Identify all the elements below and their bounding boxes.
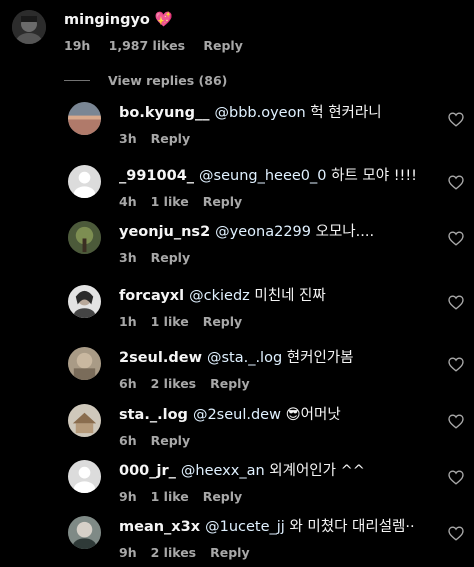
mention[interactable]: @yeona2299 bbox=[215, 224, 311, 240]
username[interactable]: yeonju_ns2 bbox=[119, 224, 210, 240]
heart-outline-icon[interactable] bbox=[448, 231, 464, 246]
divider-line bbox=[64, 79, 90, 81]
reply-button[interactable]: Reply bbox=[210, 545, 249, 560]
reply-button[interactable]: Reply bbox=[210, 376, 249, 391]
avatar[interactable] bbox=[68, 404, 101, 437]
avatar[interactable] bbox=[68, 102, 101, 135]
reply-button[interactable]: Reply bbox=[203, 489, 242, 504]
username[interactable]: mingingyo bbox=[64, 12, 150, 28]
comment-text: _991004_ @seung_heee0_0 하트 모야 !!!! bbox=[119, 167, 434, 185]
mention[interactable]: @heexx_an bbox=[181, 463, 265, 479]
reply-button[interactable]: Reply bbox=[151, 131, 190, 146]
comment-text: forcayxl @ckiedz 미친네 진짜 bbox=[119, 287, 434, 305]
comment-meta: 1h 1 like Reply bbox=[119, 314, 434, 329]
timestamp: 9h bbox=[119, 545, 137, 560]
heart-outline-icon[interactable] bbox=[448, 295, 464, 310]
comment-meta: 6h Reply bbox=[119, 433, 434, 448]
mention[interactable]: @bbb.oyeon bbox=[214, 105, 305, 121]
avatar[interactable] bbox=[68, 460, 101, 493]
comment-text: sta._.log @2seul.dew 😎어머낫 bbox=[119, 406, 434, 424]
comment-meta: 3h Reply bbox=[119, 250, 434, 265]
like-count[interactable]: 1,987 likes bbox=[109, 38, 185, 53]
reply-comment: 000_jr_ @heexx_an 외계어인가 ^^ 9h 1 like Reply bbox=[0, 458, 474, 510]
timestamp: 19h bbox=[64, 38, 91, 53]
comment-body: 와 미쳤다 대리설렘·· bbox=[289, 519, 415, 535]
heart-outline-icon[interactable] bbox=[448, 526, 464, 541]
timestamp: 9h bbox=[119, 489, 137, 504]
timestamp: 1h bbox=[119, 314, 137, 329]
reply-button[interactable]: Reply bbox=[151, 433, 190, 448]
reply-comment: yeonju_ns2 @yeona2299 오모나.... 3h Reply bbox=[0, 219, 474, 271]
username[interactable]: forcayxl bbox=[119, 288, 184, 304]
reply-button[interactable]: Reply bbox=[203, 38, 242, 53]
comment-text: bo.kyung__ @bbb.oyeon 헉 현커라니 bbox=[119, 104, 434, 122]
mention[interactable]: @sta._.log bbox=[207, 350, 282, 366]
timestamp: 6h bbox=[119, 433, 137, 448]
comment-body: 헉 현커라니 bbox=[310, 105, 382, 121]
comment-text: 000_jr_ @heexx_an 외계어인가 ^^ bbox=[119, 462, 434, 480]
comment-body: 😎어머낫 bbox=[285, 407, 341, 423]
heart-outline-icon[interactable] bbox=[448, 414, 464, 429]
comment-meta: 19h 1,987 likes Reply bbox=[64, 38, 434, 53]
mention[interactable]: @1ucete_jj bbox=[205, 519, 285, 535]
comment-meta: 9h 2 likes Reply bbox=[119, 545, 434, 560]
avatar[interactable] bbox=[68, 165, 101, 198]
avatar[interactable] bbox=[68, 516, 101, 549]
like-count[interactable]: 1 like bbox=[151, 489, 189, 504]
reply-comment: forcayxl @ckiedz 미친네 진짜 1h 1 like Reply bbox=[0, 283, 474, 335]
timestamp: 3h bbox=[119, 250, 137, 265]
like-count[interactable]: 1 like bbox=[151, 314, 189, 329]
username[interactable]: mean_x3x bbox=[119, 519, 200, 535]
username[interactable]: 2seul.dew bbox=[119, 350, 202, 366]
like-count[interactable]: 2 likes bbox=[151, 545, 197, 560]
avatar[interactable] bbox=[12, 10, 46, 44]
comment-body: 현커인가봄 bbox=[286, 350, 354, 366]
heart-emoji: 💖 bbox=[154, 12, 173, 28]
reply-button[interactable]: Reply bbox=[151, 250, 190, 265]
username[interactable]: bo.kyung__ bbox=[119, 105, 209, 121]
reply-comment: _991004_ @seung_heee0_0 하트 모야 !!!! 4h 1 lik… bbox=[0, 163, 474, 215]
reply-comment: 2seul.dew @sta._.log 현커인가봄 6h 2 likes Reply bbox=[0, 345, 474, 397]
timestamp: 6h bbox=[119, 376, 137, 391]
comment-text: yeonju_ns2 @yeona2299 오모나.... bbox=[119, 223, 434, 241]
reply-comment: mean_x3x @1ucete_jj 와 미쳤다 대리설렘·· 9h 2 likes… bbox=[0, 514, 474, 566]
view-replies-label: View replies (86) bbox=[108, 72, 228, 88]
timestamp: 3h bbox=[119, 131, 137, 146]
comment-text: mean_x3x @1ucete_jj 와 미쳤다 대리설렘·· bbox=[119, 518, 434, 536]
comment-body: 미친네 진짜 bbox=[254, 288, 326, 304]
avatar[interactable] bbox=[68, 347, 101, 380]
mention[interactable]: @2seul.dew bbox=[193, 407, 281, 423]
heart-outline-icon[interactable] bbox=[448, 175, 464, 190]
mention[interactable]: @seung_heee0_0 bbox=[199, 168, 326, 184]
comment-body: 외계어인가 ^^ bbox=[269, 463, 365, 479]
view-replies-button[interactable]: View replies (86) bbox=[64, 71, 227, 89]
top-comment: mingingyo 💖 19h 1,987 likes Reply bbox=[0, 8, 474, 68]
comment-body: 오모나.... bbox=[315, 224, 375, 240]
heart-outline-icon[interactable] bbox=[448, 112, 464, 127]
comment-text: mingingyo 💖 bbox=[64, 11, 434, 29]
username[interactable]: _991004_ bbox=[119, 168, 194, 184]
reply-comment: sta._.log @2seul.dew 😎어머낫 6h Reply bbox=[0, 402, 474, 454]
reply-button[interactable]: Reply bbox=[203, 194, 242, 209]
mention[interactable]: @ckiedz bbox=[189, 288, 250, 304]
heart-outline-icon[interactable] bbox=[448, 470, 464, 485]
timestamp: 4h bbox=[119, 194, 137, 209]
username[interactable]: sta._.log bbox=[119, 407, 188, 423]
reply-button[interactable]: Reply bbox=[203, 314, 242, 329]
comment-text: 2seul.dew @sta._.log 현커인가봄 bbox=[119, 349, 434, 367]
comment-meta: 9h 1 like Reply bbox=[119, 489, 434, 504]
comment-meta: 6h 2 likes Reply bbox=[119, 376, 434, 391]
like-count[interactable]: 2 likes bbox=[151, 376, 197, 391]
comment-meta: 4h 1 like Reply bbox=[119, 194, 434, 209]
username[interactable]: 000_jr_ bbox=[119, 463, 176, 479]
avatar[interactable] bbox=[68, 221, 101, 254]
comment-meta: 3h Reply bbox=[119, 131, 434, 146]
avatar[interactable] bbox=[68, 285, 101, 318]
like-count[interactable]: 1 like bbox=[151, 194, 189, 209]
reply-comment: bo.kyung__ @bbb.oyeon 헉 현커라니 3h Reply bbox=[0, 100, 474, 152]
heart-outline-icon[interactable] bbox=[448, 357, 464, 372]
comment-body: 하트 모야 !!!! bbox=[331, 168, 417, 184]
